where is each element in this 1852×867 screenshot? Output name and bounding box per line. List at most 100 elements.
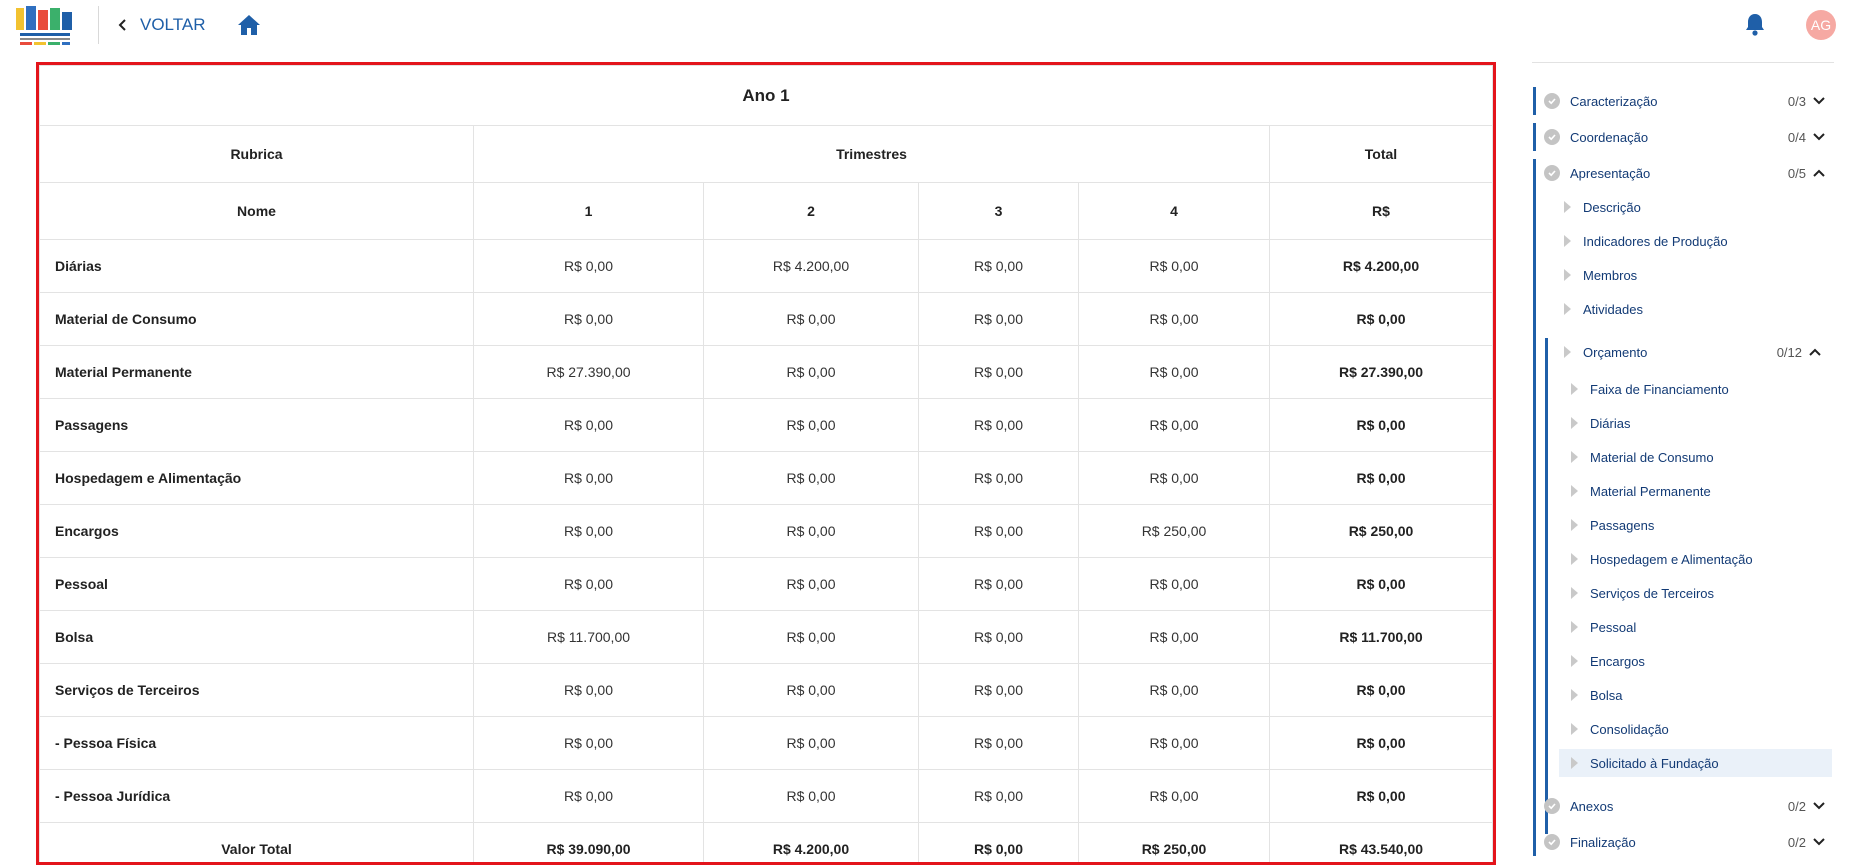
sidebar-item-label: Bolsa [1590, 687, 1623, 703]
sidebar-item[interactable]: Faixa de Financiamento [1559, 375, 1832, 403]
sidebar-item[interactable]: Membros [1552, 261, 1832, 289]
sidebar-item[interactable]: Indicadores de Produção [1552, 227, 1832, 255]
sidebar-item[interactable]: Serviços de Terceiros [1559, 579, 1832, 607]
cell-total: R$ 0,00 [1269, 292, 1493, 346]
cell-q4: R$ 0,00 [1078, 292, 1270, 346]
section-label: Anexos [1570, 798, 1614, 814]
sidebar-item-label: Descrição [1583, 199, 1641, 215]
user-avatar[interactable]: AG [1806, 10, 1836, 40]
caret-right-icon [1571, 587, 1578, 599]
chevron-down-icon [1812, 130, 1826, 144]
section-indicator [1533, 159, 1536, 834]
section-indicator [1533, 792, 1536, 820]
section-label: Finalização [1570, 834, 1636, 850]
subsection-indicator [1545, 338, 1548, 834]
chevron-down-icon [1812, 799, 1826, 813]
table-row: Material de Consumo R$ 0,00 R$ 0,00 R$ 0,00… [39, 292, 1493, 346]
table-row: Pessoal R$ 0,00 R$ 0,00 R$ 0,00 R$ 0,00 R$ 0,… [39, 557, 1493, 611]
check-circle-icon [1544, 129, 1560, 145]
sidebar-item[interactable]: Encargos [1559, 647, 1832, 675]
header-total: Total [1269, 125, 1493, 183]
cell-q4: R$ 250,00 [1078, 504, 1270, 558]
sidebar-section[interactable]: Apresentação 0/5 [1530, 159, 1836, 187]
sidebar-section[interactable]: Anexos 0/2 [1530, 792, 1836, 820]
sidebar-item-label: Atividades [1583, 301, 1643, 317]
cell-q1: R$ 0,00 [473, 557, 704, 611]
cell-q3: R$ 0,00 [918, 769, 1079, 823]
cell-name: Passagens [39, 398, 474, 452]
cell-q2: R$ 0,00 [703, 769, 919, 823]
cell-q4: R$ 0,00 [1078, 451, 1270, 505]
bell-icon[interactable] [1743, 11, 1767, 37]
sidebar-item[interactable]: Atividades [1552, 295, 1832, 323]
caret-right-icon [1571, 485, 1578, 497]
cell-name: Pessoal [39, 557, 474, 611]
section-progress: 0/5 [1787, 165, 1806, 181]
sidebar-item-label: Orçamento [1583, 344, 1648, 360]
caret-right-icon [1571, 519, 1578, 531]
header-trimestres: Trimestres [473, 125, 1270, 183]
back-button-label: VOLTAR [140, 15, 206, 34]
cell-q3: R$ 0,00 [918, 504, 1079, 558]
section-label: Coordenação [1570, 129, 1649, 145]
check-circle-icon [1544, 93, 1560, 109]
sidebar-item[interactable]: Pessoal [1559, 613, 1832, 641]
cell-name: - Pessoa Física [39, 716, 474, 770]
cell-name: Encargos [39, 504, 474, 558]
caret-right-icon [1571, 689, 1578, 701]
total-row-q2: R$ 4.200,00 [703, 822, 919, 862]
cell-q4: R$ 0,00 [1078, 663, 1270, 717]
home-icon[interactable] [236, 12, 262, 38]
back-button[interactable]: VOLTAR [116, 12, 206, 38]
sidebar-item[interactable]: Diárias [1559, 409, 1832, 437]
cell-q1: R$ 11.700,00 [473, 610, 704, 664]
cell-total: R$ 0,00 [1269, 663, 1493, 717]
total-row-q3: R$ 0,00 [918, 822, 1079, 862]
sidebar-section[interactable]: Caracterização 0/3 [1530, 87, 1836, 115]
cell-q3: R$ 0,00 [918, 345, 1079, 399]
sidebar-item[interactable]: Hospedagem e Alimentação [1559, 545, 1832, 573]
caret-right-icon [1564, 235, 1571, 247]
table-row: - Pessoa Jurídica R$ 0,00 R$ 0,00 R$ 0,00 R$… [39, 769, 1493, 823]
cell-q3: R$ 0,00 [918, 239, 1079, 293]
total-row-total: R$ 43.540,00 [1269, 822, 1493, 862]
form-sections-sidebar: Caracterização 0/3 Coordenação 0/4 Apresenta… [1530, 50, 1836, 867]
sidebar-item[interactable]: Solicitado à Fundação [1559, 749, 1832, 777]
total-row-q1: R$ 39.090,00 [473, 822, 704, 862]
cell-name: Material de Consumo [39, 292, 474, 346]
total-row: Valor Total R$ 39.090,00 R$ 4.200,00 R$ … [39, 822, 1493, 862]
sidebar-item[interactable]: Material Permanente [1559, 477, 1832, 505]
cell-q4: R$ 0,00 [1078, 557, 1270, 611]
sidebar-item[interactable]: Passagens [1559, 511, 1832, 539]
cell-q2: R$ 0,00 [703, 451, 919, 505]
sidebar-item[interactable]: Bolsa [1559, 681, 1832, 709]
cell-total: R$ 0,00 [1269, 451, 1493, 505]
cell-q4: R$ 0,00 [1078, 239, 1270, 293]
app-logo [14, 2, 74, 48]
cell-q4: R$ 0,00 [1078, 345, 1270, 399]
cell-total: R$ 250,00 [1269, 504, 1493, 558]
cell-q1: R$ 0,00 [473, 504, 704, 558]
sidebar-subsection-orcamento[interactable]: Orçamento 0/12 [1552, 338, 1832, 366]
check-circle-icon [1544, 798, 1560, 814]
sidebar-section[interactable]: Finalização 0/2 [1530, 828, 1836, 856]
total-row-q4: R$ 250,00 [1078, 822, 1270, 862]
sidebar-item[interactable]: Descrição [1552, 193, 1832, 221]
section-progress: 0/2 [1787, 798, 1806, 814]
total-row-name: Valor Total [39, 822, 474, 862]
sidebar-item[interactable]: Consolidação [1559, 715, 1832, 743]
cell-name: Hospedagem e Alimentação [39, 451, 474, 505]
cell-q1: R$ 0,00 [473, 663, 704, 717]
table-row: Diárias R$ 0,00 R$ 4.200,00 R$ 0,00 R$ 0,00 R… [39, 239, 1493, 293]
cell-q4: R$ 0,00 [1078, 610, 1270, 664]
sidebar-section[interactable]: Coordenação 0/4 [1530, 123, 1836, 151]
section-indicator [1533, 828, 1536, 856]
caret-right-icon [1571, 655, 1578, 667]
check-circle-icon [1544, 834, 1560, 850]
cell-q3: R$ 0,00 [918, 398, 1079, 452]
sidebar-item-label: Pessoal [1590, 619, 1637, 635]
header-q4: 4 [1078, 182, 1270, 240]
sidebar-item[interactable]: Material de Consumo [1559, 443, 1832, 471]
sidebar-item-label: Material Permanente [1590, 483, 1711, 499]
cell-q1: R$ 0,00 [473, 239, 704, 293]
